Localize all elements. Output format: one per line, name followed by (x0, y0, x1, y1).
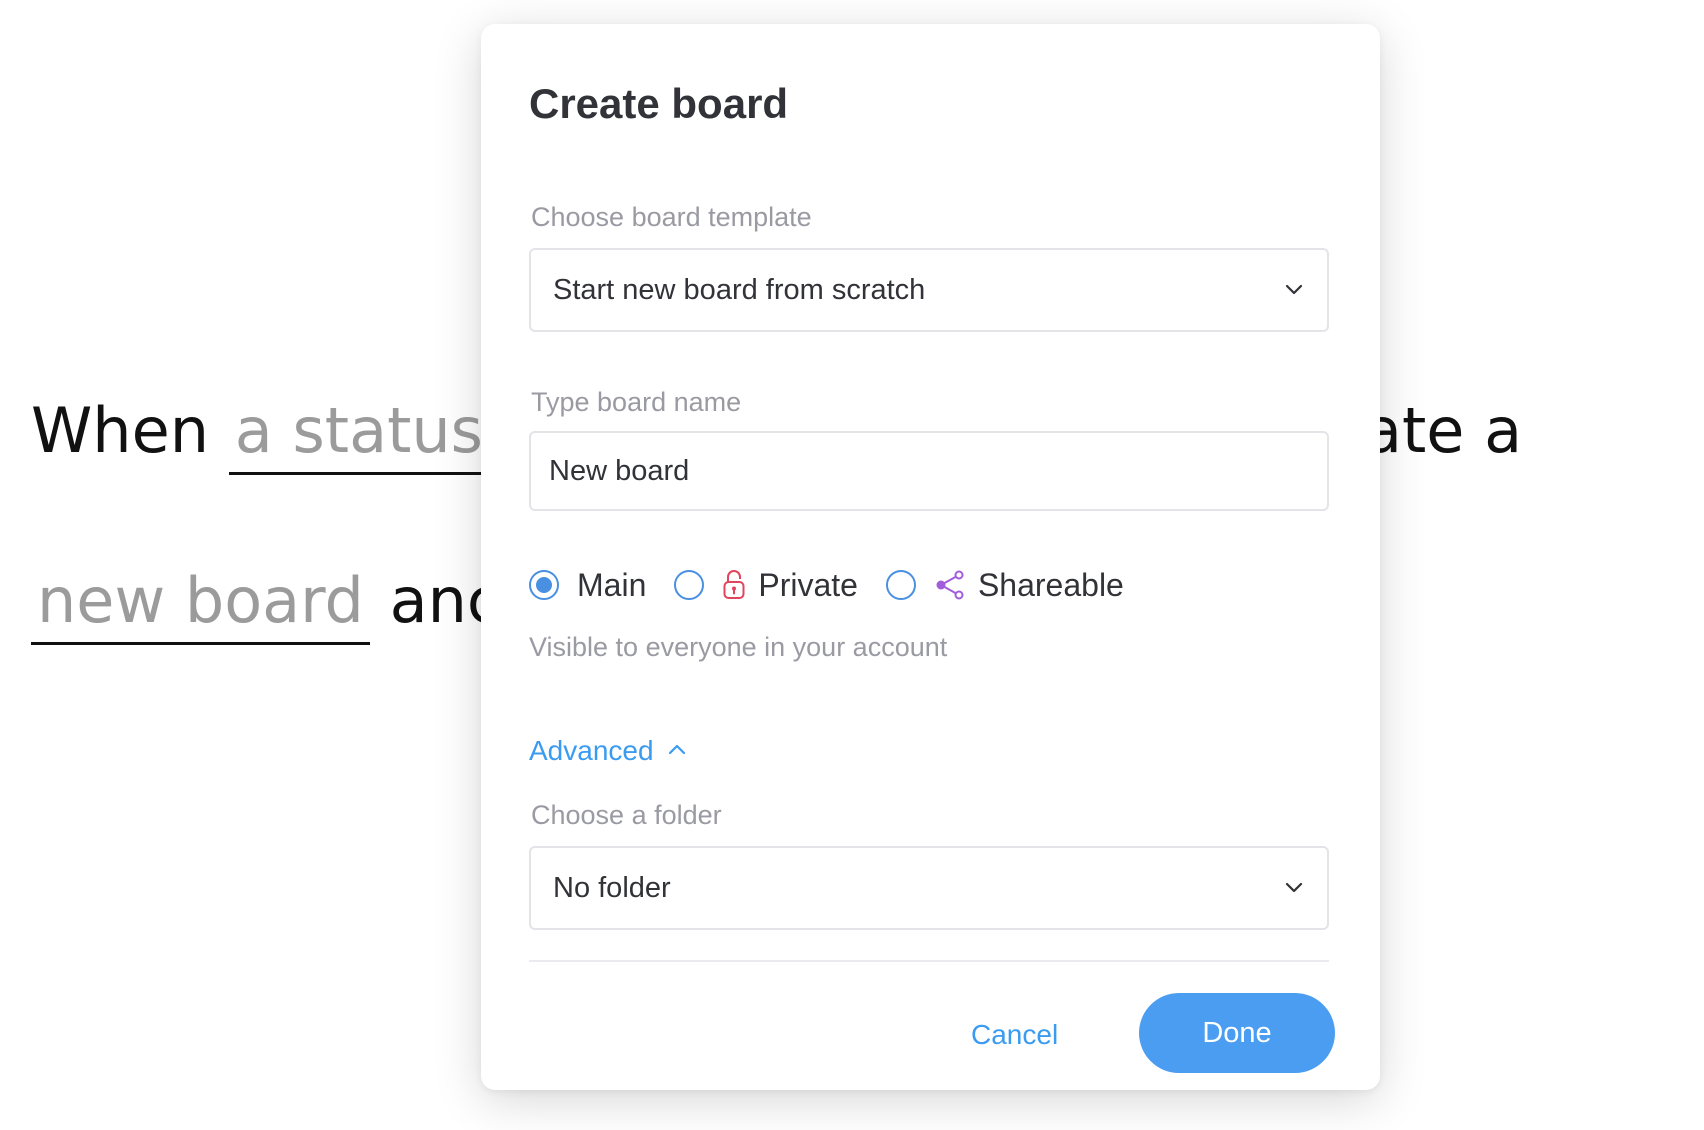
privacy-option-main[interactable]: Main (529, 567, 646, 604)
chevron-down-icon (1283, 877, 1305, 899)
radio-shareable[interactable] (885, 570, 916, 600)
privacy-private-label: Private (758, 566, 858, 603)
radio-selected-dot (536, 577, 552, 593)
template-select-value: Start new board from scratch (553, 273, 926, 306)
recipe-trigger-blank[interactable]: a status (228, 400, 489, 475)
privacy-main-label: Main (577, 566, 647, 603)
footer-divider (529, 960, 1329, 962)
privacy-options: Main Private Shareable (529, 565, 1152, 605)
recipe-line-1-end: ate a (1364, 394, 1523, 467)
privacy-option-shareable[interactable]: Shareable (885, 566, 1124, 604)
dialog-title: Create board (529, 80, 789, 127)
radio-main[interactable] (529, 570, 559, 600)
privacy-hint: Visible to everyone in your account (529, 632, 948, 662)
lock-icon (722, 569, 746, 601)
advanced-label: Advanced (529, 735, 654, 766)
privacy-shareable-label: Shareable (977, 566, 1124, 603)
done-button[interactable]: Done (1139, 993, 1335, 1073)
template-select[interactable]: Start new board from scratch (529, 248, 1329, 332)
advanced-toggle[interactable]: Advanced (529, 735, 686, 767)
cancel-button[interactable]: Cancel (971, 1010, 1058, 1060)
chevron-up-icon (668, 742, 686, 760)
folder-select-value: No folder (553, 871, 671, 904)
recipe-line-2: new board anc (31, 570, 501, 645)
board-name-label: Type board name (531, 387, 742, 417)
folder-select[interactable]: No folder (529, 846, 1329, 930)
create-board-dialog: Create board Choose board template Start… (481, 24, 1380, 1090)
chevron-down-icon (1283, 279, 1305, 301)
recipe-action-blank[interactable]: new board (31, 570, 370, 645)
radio-private[interactable] (674, 570, 705, 600)
folder-label: Choose a folder (531, 800, 722, 830)
template-label: Choose board template (531, 202, 812, 232)
recipe-word-when: When (31, 394, 210, 467)
recipe-line-1: When a status (31, 400, 489, 475)
privacy-option-private[interactable]: Private (674, 567, 858, 604)
board-name-input[interactable] (529, 431, 1329, 511)
share-icon (934, 569, 966, 601)
